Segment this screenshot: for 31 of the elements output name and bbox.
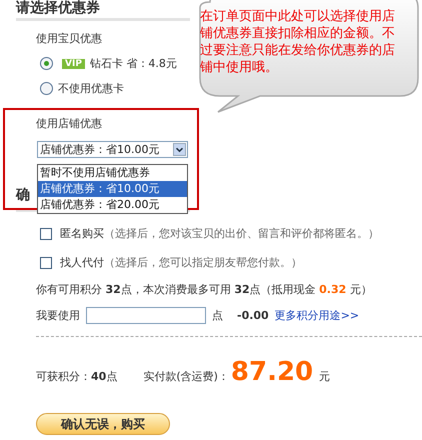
deduction-amount: -0.00 — [237, 309, 269, 322]
points-info: 你有可用积分 32点，本次消费最多可用 32点（抵用现金 0.32 元） — [36, 282, 373, 297]
earn-points-label: 可获积分： — [36, 369, 91, 384]
radio-label: 不使用优惠卡 — [58, 81, 124, 96]
more-points-link[interactable]: 更多积分用途>> — [274, 308, 360, 323]
shop-discount-label: 使用店铺优惠 — [36, 116, 102, 131]
radio-button[interactable] — [40, 57, 53, 70]
confirm-purchase-button[interactable]: 确认无误，购买 — [36, 413, 170, 435]
payment-amount: 87.20 — [230, 357, 314, 387]
section-title: 请选择优惠券 — [16, 0, 100, 16]
dropdown-option[interactable]: 店铺优惠券：省10.00元 — [38, 181, 187, 197]
points-unit: 点 — [212, 308, 223, 323]
use-points-label: 我要使用 — [36, 308, 80, 323]
points-input[interactable] — [86, 307, 206, 324]
item-discount-label: 使用宝贝优惠 — [36, 31, 102, 46]
section-title: 确 — [16, 186, 30, 204]
checkbox[interactable] — [40, 256, 52, 268]
dropdown-option[interactable]: 暂时不使用店铺优惠券 — [38, 165, 187, 181]
earn-points-unit: 点 — [106, 369, 118, 384]
earn-points-value: 40 — [91, 370, 106, 383]
dropdown-option[interactable]: 店铺优惠券：省20.00元 — [38, 197, 187, 213]
currency-unit: 元 — [319, 369, 330, 384]
checkbox-label: 找人代付（选择后，您可以指定朋友帮您付款。） — [60, 255, 302, 270]
radio-button[interactable] — [40, 82, 53, 95]
checkbox-label: 匿名购买（选择后，您对该宝贝的出价、留言和评价都将匿名。） — [60, 226, 379, 241]
radio-label: 钻石卡 省：4.8元 — [90, 56, 177, 71]
callout-text: 在订单页面中此处可以选择使用店铺优惠券直接扣除相应的金额。不过要注意只能在发给你优惠券的店铺中使用哦。 — [200, 8, 396, 76]
checkbox[interactable] — [40, 228, 52, 240]
vip-badge: VIP — [62, 58, 85, 68]
coupon-select[interactable]: 店铺优惠券：省10.00元 — [37, 141, 188, 158]
payment-label: 实付款(含运费)： — [143, 369, 229, 384]
